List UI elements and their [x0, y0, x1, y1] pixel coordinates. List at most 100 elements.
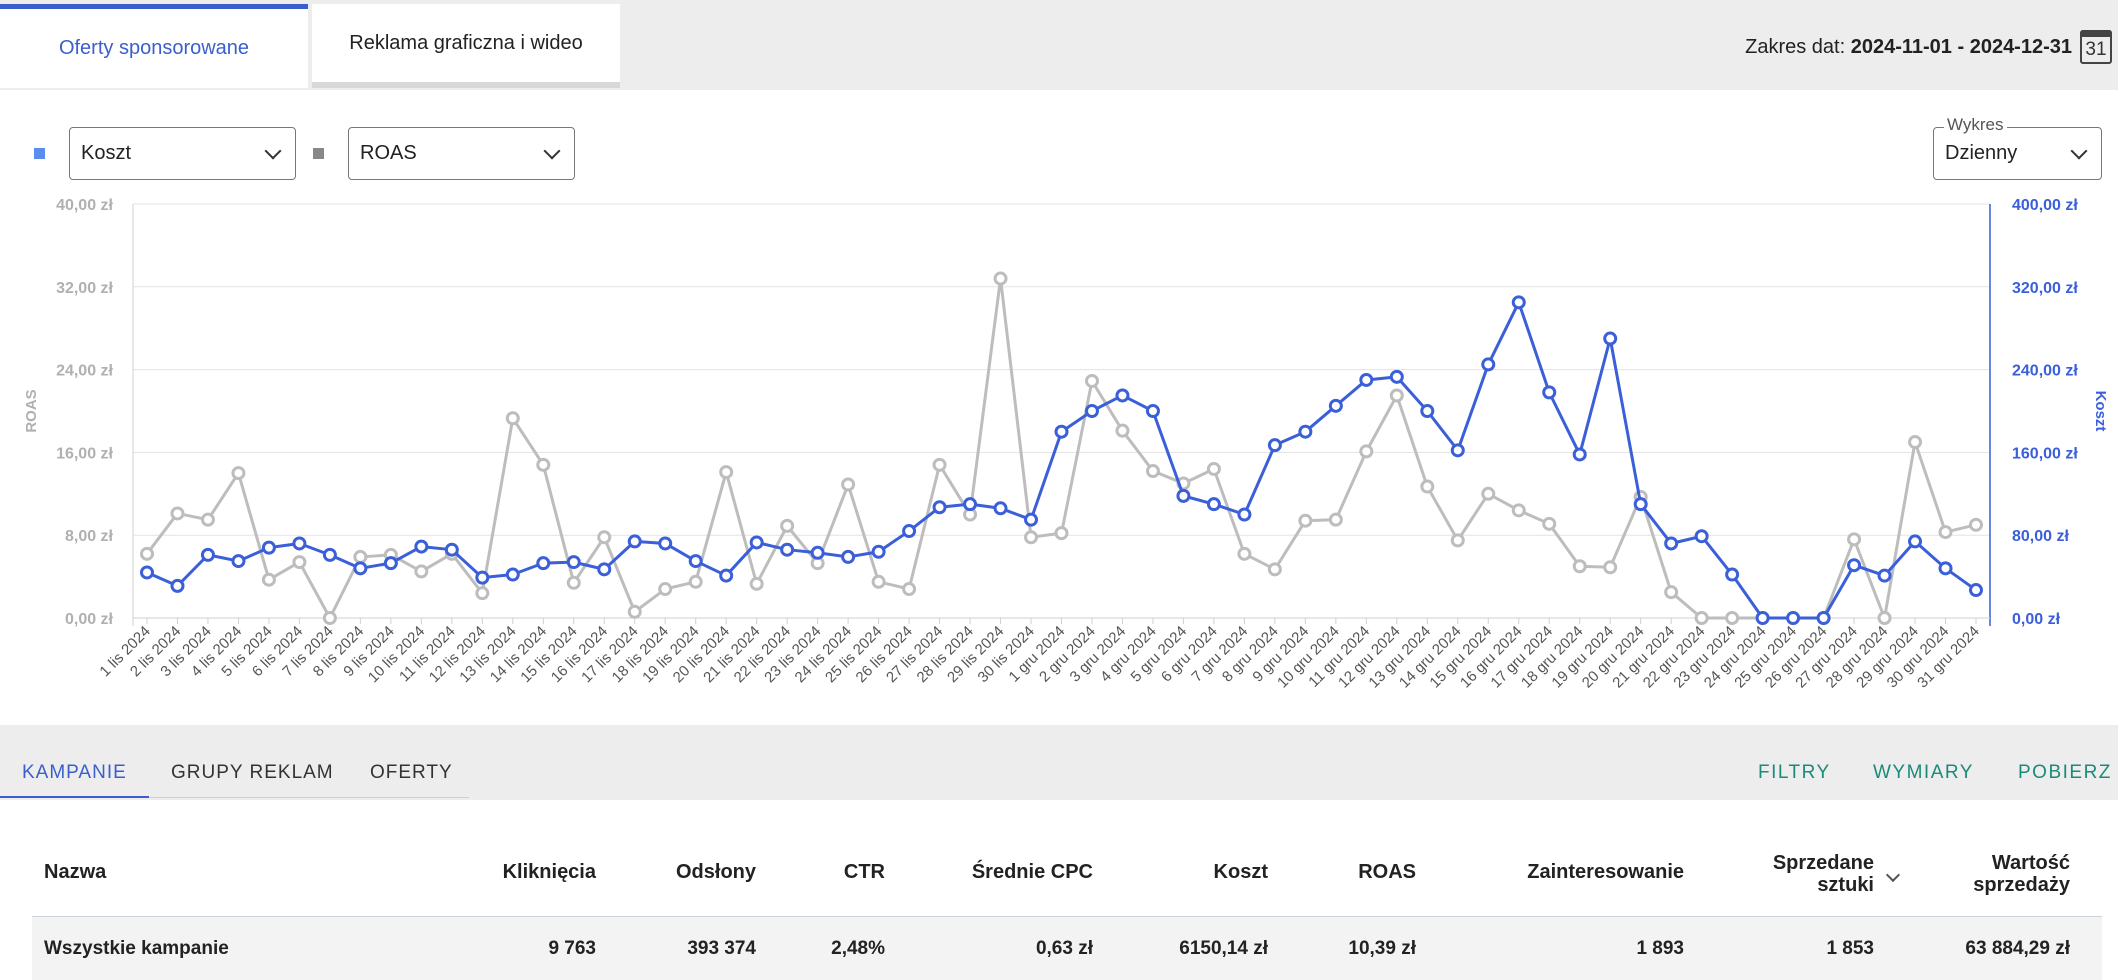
roas-point — [1267, 562, 1282, 577]
roas-point — [1298, 513, 1313, 528]
koszt-point — [1206, 497, 1221, 512]
left-tick-label: 40,00 zł — [56, 197, 113, 214]
left-tick-label: 32,00 zł — [56, 280, 113, 297]
roas-point — [1542, 516, 1557, 531]
column-header-avg-cpc[interactable]: Średnie CPC — [972, 861, 1093, 883]
roas-point — [688, 574, 703, 589]
roas-point — [1938, 525, 1953, 540]
top-bar: Oferty sponsorowane Reklama graficzna i … — [0, 0, 2118, 90]
column-header-name[interactable]: Nazwa — [44, 861, 106, 883]
date-range-label: Zakres dat: — [1745, 36, 1846, 58]
cell-roas: 10,39 zł — [1348, 938, 1416, 959]
roas-point — [170, 506, 185, 521]
koszt-point — [1084, 404, 1099, 418]
koszt-point — [902, 524, 917, 539]
koszt-point — [383, 556, 398, 571]
column-header-value-line2: sprzedaży — [1973, 874, 2070, 896]
koszt-point — [1237, 507, 1252, 522]
chevron-down-icon — [2070, 142, 2088, 160]
koszt-point — [993, 501, 1008, 516]
koszt-point — [1969, 583, 1983, 598]
cell-sales-value: 63 884,29 zł — [1965, 938, 2070, 959]
koszt-point — [170, 578, 185, 593]
koszt-point — [780, 542, 795, 557]
left-tick-label: 8,00 zł — [65, 528, 114, 545]
roas-point — [414, 564, 429, 579]
koszt-point — [1328, 398, 1343, 413]
left-metric-select[interactable]: Koszt — [69, 127, 296, 180]
roas-point — [1145, 464, 1160, 479]
roas-point — [1877, 611, 1892, 625]
column-header-clicks[interactable]: Kliknięcia — [503, 861, 596, 883]
tab-label: Oferty sponsorowane — [58, 37, 250, 59]
koszt-point — [719, 568, 734, 583]
filters-button[interactable]: FILTRY — [1758, 762, 1831, 784]
roas-point — [932, 457, 947, 472]
chart-x-labels: 1 lis 20242 lis 20243 lis 20244 lis 2024… — [96, 618, 1983, 691]
cell-cost: 6150,14 zł — [1179, 938, 1268, 959]
roas-point — [231, 466, 246, 481]
column-header-sold-items[interactable]: Sprzedane sztuki — [1773, 852, 1874, 896]
column-header-interest[interactable]: Zainteresowanie — [1527, 861, 1684, 883]
koszt-point — [597, 562, 612, 577]
roas-point — [719, 465, 734, 480]
koszt-point — [536, 556, 551, 571]
koszt-point — [1633, 497, 1648, 512]
column-header-sales-value[interactable]: Wartość sprzedaży — [1973, 852, 2070, 896]
cell-name: Wszystkie kampanie — [44, 938, 229, 959]
koszt-point — [1755, 611, 1770, 625]
roas-point — [597, 530, 612, 545]
koszt-point — [627, 534, 642, 549]
dimensions-button[interactable]: WYMIARY — [1873, 762, 1974, 784]
tab-sponsored-offers[interactable]: Oferty sponsorowane — [0, 4, 308, 88]
koszt-point — [1542, 385, 1557, 400]
tab-campaigns[interactable]: KAMPANIE — [22, 762, 127, 784]
chevron-down-icon — [264, 142, 282, 160]
cost-roas-chart: 0,00 zł 8,00 zł 16,00 zł 24,00 zł 32,00 zł 40… — [23, 197, 2109, 691]
right-axis-title: Koszt — [2092, 391, 2109, 432]
chevron-down-icon — [543, 142, 561, 160]
koszt-point — [200, 547, 215, 562]
koszt-point — [963, 497, 978, 512]
tab-ad-groups[interactable]: GRUPY REKLAM — [171, 762, 334, 784]
koszt-point — [932, 500, 947, 515]
column-header-views[interactable]: Odsłony — [676, 861, 756, 883]
tab-offers[interactable]: OFERTY — [370, 762, 453, 784]
koszt-point — [1481, 357, 1496, 372]
roas-point — [1572, 559, 1587, 574]
right-metric-select[interactable]: ROAS — [348, 127, 575, 180]
calendar-icon[interactable]: 31 — [2080, 30, 2112, 64]
roas-point — [1206, 461, 1221, 476]
date-range[interactable]: Zakres dat: 2024-11-01 - 2024-12-31 — [1745, 36, 2072, 59]
right-tick-label: 0,00 zł — [2012, 611, 2061, 628]
chart-granularity-value: Dzienny — [1945, 142, 2018, 164]
chart-axes: 0,00 zł 8,00 zł 16,00 zł 24,00 zł 32,00 zł 40… — [23, 197, 2109, 628]
cell-interest: 1 893 — [1636, 938, 1684, 959]
koszt-point — [322, 547, 337, 562]
roas-point — [1664, 585, 1679, 600]
koszt-point — [749, 535, 764, 550]
roas-point — [566, 575, 581, 590]
koszt-point — [566, 555, 581, 570]
roas-point — [1481, 486, 1496, 501]
koszt-point — [841, 549, 856, 564]
column-header-ctr[interactable]: CTR — [844, 861, 885, 883]
right-tick-label: 400,00 zł — [2012, 197, 2078, 214]
left-tick-label: 24,00 zł — [56, 363, 113, 380]
koszt-point — [658, 536, 673, 551]
column-header-roas[interactable]: ROAS — [1358, 861, 1416, 883]
roas-point — [1389, 388, 1404, 403]
download-button[interactable]: POBIERZ — [2018, 762, 2112, 784]
column-header-cost[interactable]: Koszt — [1214, 861, 1268, 883]
koszt-point — [353, 561, 368, 576]
column-header-sold-line1: Sprzedane — [1772, 852, 1874, 874]
roas-point — [993, 271, 1008, 286]
roas-point — [261, 572, 276, 587]
koszt-point — [414, 539, 429, 554]
tab-display-video-ads[interactable]: Reklama graficzna i wideo — [312, 4, 620, 88]
koszt-point — [871, 544, 886, 559]
roas-point — [1847, 532, 1862, 547]
koszt-point — [1938, 561, 1953, 576]
roas-point — [627, 604, 642, 619]
roas-point — [1603, 560, 1618, 575]
